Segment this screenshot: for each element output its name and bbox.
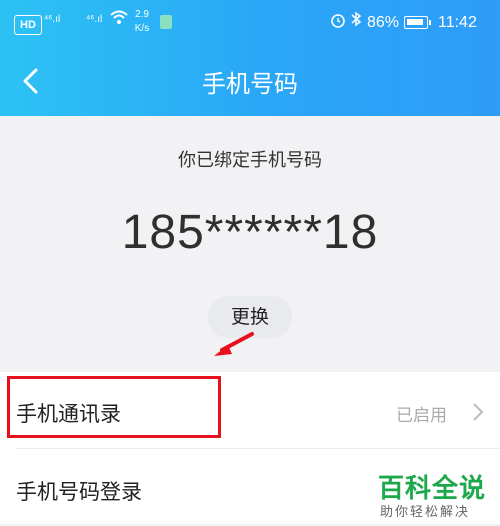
signal-icon: ⁴⁶.ıl (44, 14, 61, 25)
app-notification-icon (160, 15, 172, 29)
status-bar: HD ⁴⁶.ıl ⁴⁶.ıl 2.9 K/s 86% 11:42 (0, 0, 500, 50)
wifi-icon (110, 10, 128, 31)
watermark-subtitle: 助你轻松解决 (380, 505, 471, 520)
header: HD ⁴⁶.ıl ⁴⁶.ıl 2.9 K/s 86% 11:42 手机号码 (0, 0, 500, 116)
phone-number: 185******18 (121, 206, 379, 259)
red-arrow-annotation (214, 332, 254, 356)
network-speed: 2.9 K/s (134, 9, 150, 34)
list-item-label: 手机号码登录 (16, 480, 142, 504)
hd-badge: HD (14, 15, 42, 35)
watermark: 百科全说 助你轻松解决 (378, 468, 500, 524)
signal-icon: ⁴⁶.ıl (86, 14, 103, 25)
battery-percent: 86% (367, 14, 400, 31)
divider (16, 448, 500, 449)
battery-icon (404, 16, 431, 29)
clock: 11:42 (438, 14, 477, 31)
watermark-title: 百科全说 (378, 474, 487, 504)
chevron-right-icon (473, 403, 484, 421)
alarm-icon (330, 12, 346, 32)
highlight-box (7, 376, 221, 438)
list-item-status: 已启用 (396, 406, 447, 426)
bluetooth-icon (350, 11, 362, 31)
page-title: 手机号码 (202, 70, 298, 98)
bound-label: 你已绑定手机号码 (178, 150, 322, 171)
